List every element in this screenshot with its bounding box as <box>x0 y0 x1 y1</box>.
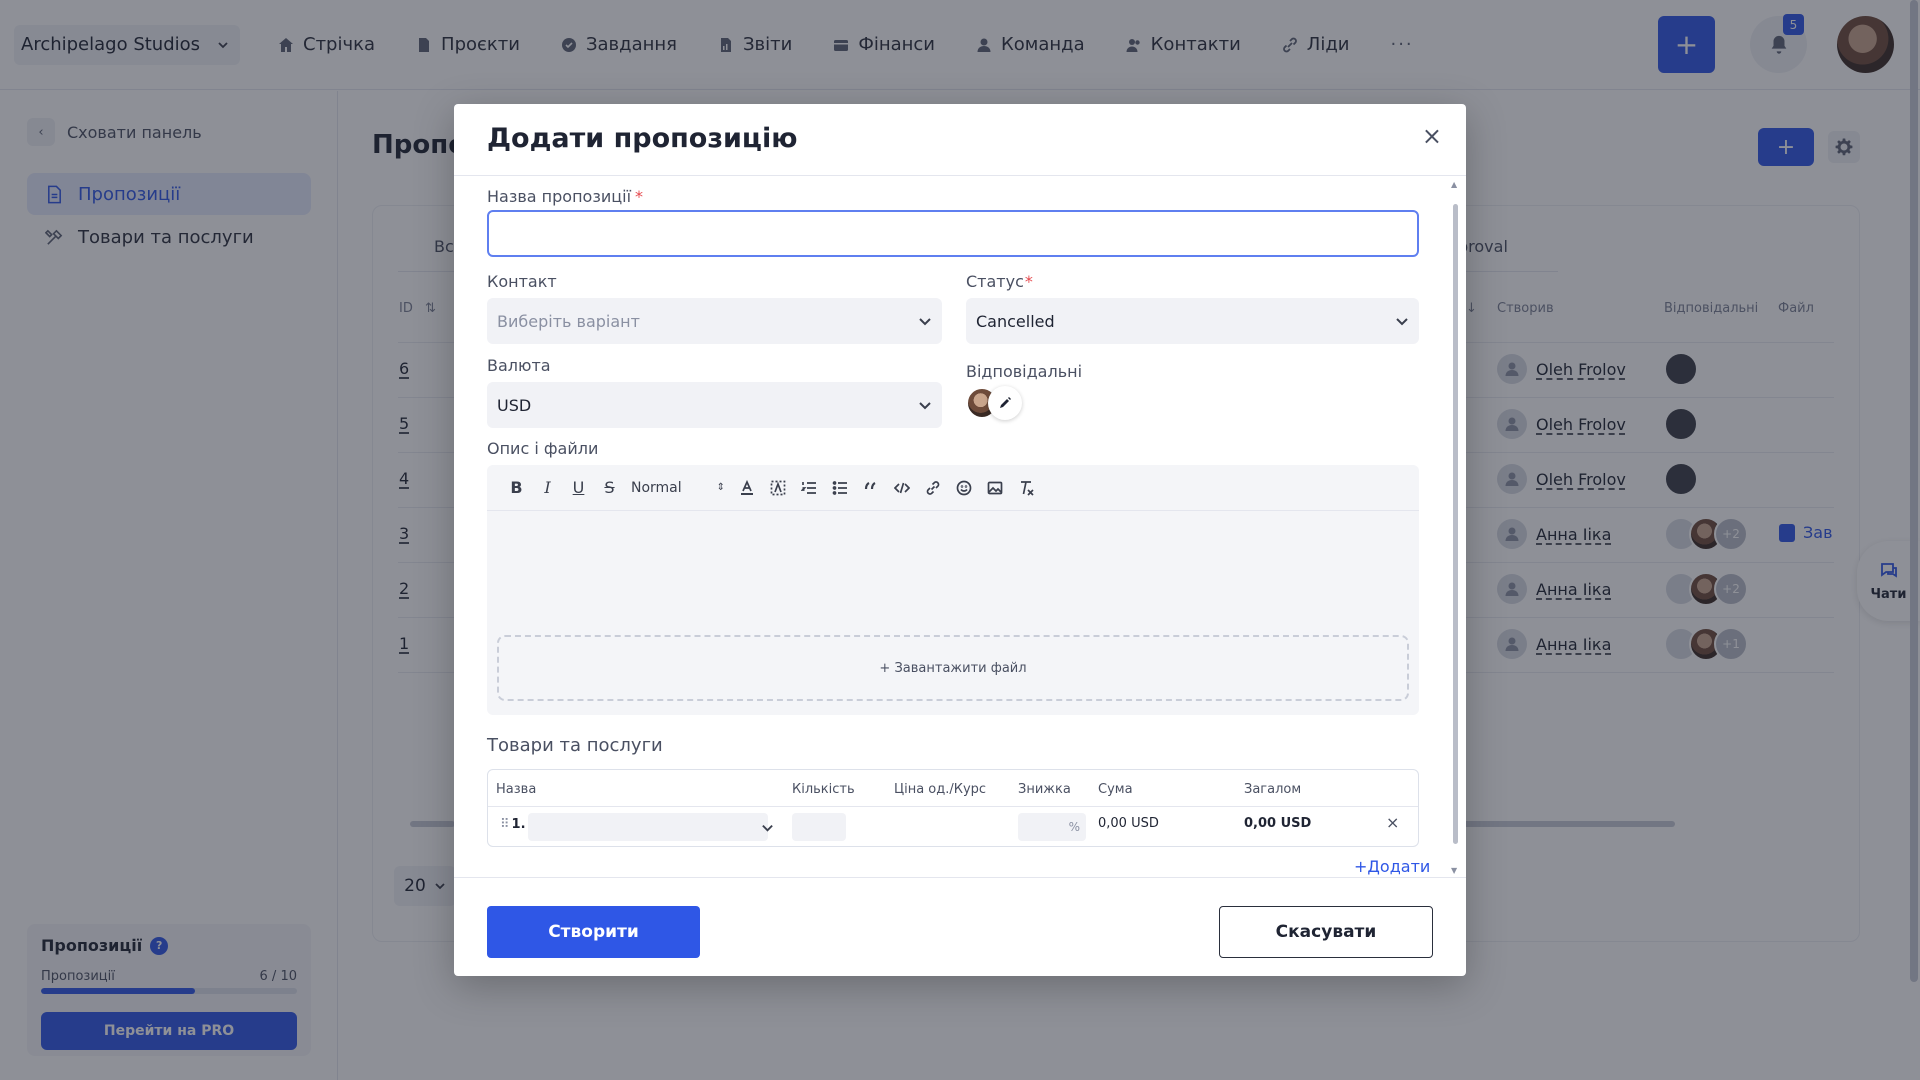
item-quantity-input[interactable] <box>792 813 846 841</box>
items-header-name: Назва <box>496 782 537 797</box>
link-icon <box>926 480 939 495</box>
ordered-list-icon <box>800 481 816 494</box>
dialog-body: Назва пропозиції * Контакт Виберіть варіа… <box>454 177 1466 877</box>
text-color-button[interactable] <box>731 473 762 503</box>
items-header-total: Загалом <box>1244 782 1302 797</box>
strikethrough-button[interactable]: S <box>594 473 625 503</box>
item-row-number[interactable]: ⠿ 1. <box>500 817 526 832</box>
responsible-label: Відповідальні <box>966 362 1083 381</box>
item-discount-input[interactable]: % <box>1018 813 1086 841</box>
ordered-list-button[interactable] <box>793 473 824 503</box>
currency-label: Валюта <box>487 356 551 375</box>
heading-select[interactable]: Normal ⇕ <box>625 480 731 496</box>
bullet-list-icon <box>832 480 847 495</box>
image-icon <box>987 481 1002 494</box>
dialog-scrollbar-thumb[interactable] <box>1453 204 1458 844</box>
item-name-select[interactable] <box>528 813 768 841</box>
upload-file-dropzone[interactable]: + Завантажити файл <box>497 635 1409 701</box>
items-header-price: Ціна од./Курс <box>894 782 987 797</box>
add-proposal-dialog: Додати пропозицію × Назва пропозиції * Ко… <box>454 104 1466 976</box>
quote-button[interactable] <box>855 473 886 503</box>
responsible-picker <box>966 386 1022 420</box>
chevron-down-icon[interactable] <box>751 813 783 841</box>
bold-button[interactable]: B <box>501 473 532 503</box>
proposal-name-input[interactable] <box>487 210 1419 257</box>
drag-handle-icon[interactable]: ⠿ <box>500 817 510 832</box>
text-color-icon <box>740 479 753 495</box>
status-label: Статус* <box>966 272 1033 291</box>
items-header-qty: Кількість <box>792 782 855 797</box>
add-item-link[interactable]: +Додати <box>1354 857 1430 876</box>
description-label: Опис і файли <box>487 439 599 458</box>
emoji-icon <box>956 480 971 495</box>
scroll-up-arrow[interactable]: ▲ <box>1451 180 1457 189</box>
image-button[interactable] <box>979 473 1010 503</box>
status-select[interactable]: Cancelled <box>966 298 1419 344</box>
items-header-divider <box>488 806 1418 807</box>
item-sum: 0,00 USD <box>1098 816 1159 831</box>
items-table: Назва Кількість Ціна од./Курс Знижка Сум… <box>487 769 1419 847</box>
clear-format-button[interactable] <box>1010 473 1041 503</box>
code-button[interactable] <box>886 473 917 503</box>
currency-select[interactable]: USD <box>487 382 942 428</box>
remove-item-button[interactable]: × <box>1386 813 1399 832</box>
underline-button[interactable]: U <box>563 473 594 503</box>
item-total: 0,00 USD <box>1244 816 1312 831</box>
contact-select[interactable]: Виберіть варіант <box>487 298 942 344</box>
link-button[interactable] <box>917 473 948 503</box>
description-editor: B I U S Normal ⇕ + Завантажити файл <box>487 465 1419 715</box>
dialog-footer: Створити Скасувати <box>454 877 1466 976</box>
dialog-header: Додати пропозицію × <box>454 104 1466 176</box>
editor-toolbar: B I U S Normal ⇕ <box>487 465 1419 511</box>
code-icon <box>893 482 910 493</box>
items-header-discount: Знижка <box>1018 782 1071 797</box>
create-button[interactable]: Створити <box>487 906 700 958</box>
clear-format-icon <box>1020 480 1034 496</box>
italic-button[interactable]: I <box>532 473 563 503</box>
pencil-icon <box>1000 397 1011 408</box>
cancel-button[interactable]: Скасувати <box>1219 906 1433 958</box>
proposal-name-label: Назва пропозиції * <box>487 187 644 206</box>
bullet-list-button[interactable] <box>824 473 855 503</box>
highlight-button[interactable] <box>762 473 793 503</box>
edit-responsible-button[interactable] <box>988 386 1022 420</box>
highlight-icon <box>770 480 785 495</box>
updown-icon: ⇕ <box>716 482 725 493</box>
items-header-sum: Сума <box>1098 782 1133 797</box>
chevron-down-icon <box>919 318 931 326</box>
contact-label: Контакт <box>487 272 557 291</box>
dialog-title: Додати пропозицію <box>487 123 798 154</box>
chevron-down-icon <box>1396 318 1408 326</box>
emoji-button[interactable] <box>948 473 979 503</box>
scroll-down-arrow[interactable]: ▼ <box>1451 866 1457 875</box>
close-icon[interactable]: × <box>1422 124 1442 148</box>
quote-icon <box>864 481 876 489</box>
chevron-down-icon <box>919 402 931 410</box>
items-section-title: Товари та послуги <box>487 735 663 756</box>
